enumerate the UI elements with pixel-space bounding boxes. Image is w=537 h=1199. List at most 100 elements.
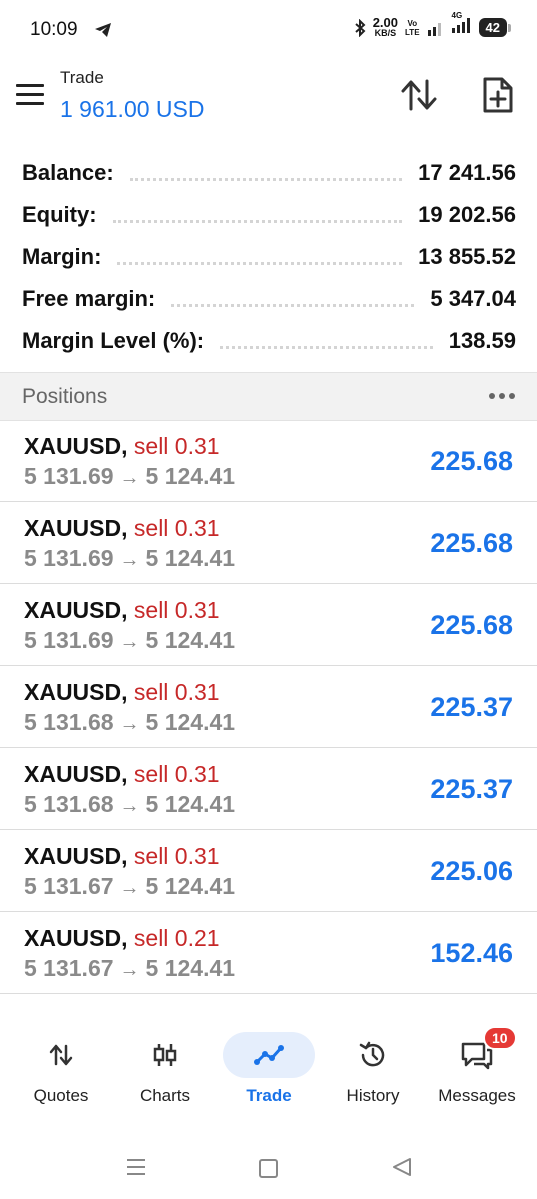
positions-title: Positions	[22, 385, 108, 408]
new-order-icon[interactable]	[481, 76, 515, 114]
home-icon[interactable]	[259, 1159, 278, 1178]
summary-row-equity: Equity: 19 202.56	[22, 194, 516, 236]
quotes-icon	[49, 1044, 73, 1066]
position-side: sell 0.31	[133, 679, 220, 705]
current-price: 5 124.41	[145, 873, 236, 899]
nav-messages[interactable]: 10 Messages	[425, 1026, 529, 1106]
arrow-right-icon: →	[119, 877, 140, 899]
arrow-right-icon: →	[119, 467, 140, 489]
position-prices: 5 131.68 → 5 124.41	[24, 709, 235, 736]
current-price: 5 124.41	[145, 709, 236, 735]
telegram-icon	[95, 23, 111, 37]
positions-header: Positions	[0, 372, 537, 421]
messages-badge: 10	[483, 1026, 517, 1050]
nav-history[interactable]: History	[321, 1032, 425, 1106]
position-symbol: XAUUSD,	[24, 761, 128, 787]
position-title: XAUUSD, sell 0.31	[24, 679, 220, 706]
volte-indicator: Vo LTE	[405, 19, 420, 37]
recent-apps-icon[interactable]	[126, 1158, 146, 1176]
position-prices: 5 131.69 → 5 124.41	[24, 627, 235, 654]
position-side: sell 0.31	[133, 515, 220, 541]
network-4g: 4G	[450, 11, 472, 38]
position-row[interactable]: XAUUSD, sell 0.21 5 131.67 → 5 124.41 152.…	[0, 912, 537, 994]
position-profit: 225.68	[430, 610, 513, 640]
position-symbol: XAUUSD,	[24, 515, 128, 541]
dotted-leader	[129, 177, 403, 181]
nav-quotes[interactable]: Quotes	[9, 1032, 113, 1106]
summary-value: 138.59	[448, 328, 516, 353]
positions-list: XAUUSD, sell 0.31 5 131.69 → 5 124.41 225.…	[0, 420, 537, 994]
menu-icon[interactable]	[16, 84, 44, 106]
summary-row-margin: Margin: 13 855.52	[22, 236, 516, 278]
position-title: XAUUSD, sell 0.31	[24, 597, 220, 624]
position-symbol: XAUUSD,	[24, 679, 128, 705]
nav-label: Charts	[139, 1086, 191, 1105]
sort-icon[interactable]	[400, 77, 438, 113]
summary-value: 5 347.04	[430, 286, 516, 311]
position-profit: 225.68	[430, 446, 513, 476]
position-prices: 5 131.67 → 5 124.41	[24, 955, 235, 982]
summary-label: Free margin:	[22, 286, 156, 311]
network-4g-label: 4G	[451, 11, 463, 20]
summary-label: Balance:	[22, 160, 114, 185]
position-side: sell 0.31	[133, 761, 220, 787]
summary-value: 13 855.52	[418, 244, 516, 269]
system-navigation	[0, 1148, 537, 1188]
nav-messages-icon-wrap: 10	[431, 1026, 523, 1078]
dotted-leader	[117, 261, 403, 265]
position-row[interactable]: XAUUSD, sell 0.31 5 131.68 → 5 124.41 225.…	[0, 666, 537, 748]
history-icon	[359, 1041, 385, 1067]
summary-row-balance: Balance: 17 241.56	[22, 152, 516, 194]
nav-quotes-icon-wrap	[15, 1032, 107, 1078]
position-row[interactable]: XAUUSD, sell 0.31 5 131.69 → 5 124.41 225.…	[0, 584, 537, 666]
position-title: XAUUSD, sell 0.31	[24, 515, 220, 542]
dotted-leader	[171, 303, 415, 307]
open-price: 5 131.68	[24, 791, 114, 817]
account-profit: 1 961.00 USD	[60, 96, 205, 122]
arrow-right-icon: →	[119, 959, 140, 981]
nav-charts-icon-wrap	[119, 1032, 211, 1078]
nav-label: Quotes	[33, 1086, 89, 1105]
battery-indicator: 42	[478, 18, 512, 37]
nav-charts[interactable]: Charts	[113, 1032, 217, 1106]
status-time: 10:09	[30, 19, 78, 40]
position-prices: 5 131.69 → 5 124.41	[24, 545, 235, 572]
bottom-navigation: Quotes Charts Trade History 10 Messages	[0, 1022, 537, 1122]
position-side: sell 0.21	[133, 925, 220, 951]
arrow-right-icon: →	[119, 549, 140, 571]
nav-trade[interactable]: Trade	[217, 1032, 321, 1106]
network-speed-unit: KB/S	[374, 28, 397, 38]
current-price: 5 124.41	[145, 463, 236, 489]
current-price: 5 124.41	[145, 791, 236, 817]
volte-top: Vo	[407, 18, 418, 28]
position-profit: 225.37	[430, 692, 513, 722]
position-row[interactable]: XAUUSD, sell 0.31 5 131.69 → 5 124.41 225.…	[0, 502, 537, 584]
arrow-right-icon: →	[119, 713, 140, 735]
summary-value: 19 202.56	[418, 202, 516, 227]
position-side: sell 0.31	[133, 433, 220, 459]
position-row[interactable]: XAUUSD, sell 0.31 5 131.69 → 5 124.41 225.…	[0, 420, 537, 502]
position-prices: 5 131.68 → 5 124.41	[24, 791, 235, 818]
position-symbol: XAUUSD,	[24, 597, 128, 623]
nav-history-icon-wrap	[327, 1032, 419, 1078]
account-summary: Balance: 17 241.56 Equity: 19 202.56 Mar…	[22, 152, 516, 362]
position-row[interactable]: XAUUSD, sell 0.31 5 131.68 → 5 124.41 225.…	[0, 748, 537, 830]
open-price: 5 131.67	[24, 955, 114, 981]
position-title: XAUUSD, sell 0.31	[24, 761, 220, 788]
position-prices: 5 131.67 → 5 124.41	[24, 873, 235, 900]
open-price: 5 131.68	[24, 709, 114, 735]
nav-label: Trade	[246, 1086, 292, 1105]
nav-trade-icon-wrap	[223, 1032, 315, 1078]
current-price: 5 124.41	[145, 545, 236, 571]
bluetooth-icon	[355, 18, 366, 37]
summary-label: Equity:	[22, 202, 97, 227]
position-symbol: XAUUSD,	[24, 433, 128, 459]
position-side: sell 0.31	[133, 843, 220, 869]
summary-value: 17 241.56	[418, 160, 516, 185]
position-profit: 225.37	[430, 774, 513, 804]
summary-row-free-margin: Free margin: 5 347.04	[22, 278, 516, 320]
back-icon[interactable]	[392, 1157, 412, 1177]
position-row[interactable]: XAUUSD, sell 0.31 5 131.67 → 5 124.41 225.…	[0, 830, 537, 912]
more-options-icon[interactable]	[489, 393, 515, 399]
nav-label: History	[346, 1086, 400, 1105]
